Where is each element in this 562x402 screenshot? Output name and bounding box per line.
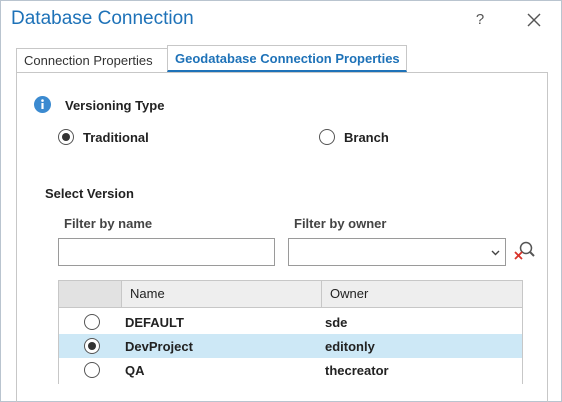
version-owner: editonly <box>325 339 375 354</box>
versioning-type-heading: Versioning Type <box>65 98 165 113</box>
clear-search-icon <box>514 241 535 260</box>
close-button[interactable] <box>524 10 544 30</box>
filter-by-name-input[interactable] <box>58 238 275 266</box>
table-header: Name Owner <box>59 281 522 308</box>
dialog-title: Database Connection <box>11 8 194 29</box>
table-row[interactable]: DEFAULT sde <box>59 310 522 334</box>
version-name: DevProject <box>125 339 193 354</box>
version-owner: sde <box>325 315 348 330</box>
version-name: QA <box>125 363 145 378</box>
row-radio[interactable] <box>84 314 100 330</box>
radio-branch[interactable] <box>319 129 335 145</box>
header-select-column <box>59 281 122 307</box>
header-name[interactable]: Name <box>122 281 322 307</box>
info-icon <box>34 96 51 113</box>
close-icon <box>527 13 541 27</box>
help-button[interactable]: ? <box>471 10 489 30</box>
row-radio[interactable] <box>84 362 100 378</box>
select-version-heading: Select Version <box>45 186 134 201</box>
filter-by-owner-label: Filter by owner <box>294 216 387 231</box>
clear-filter-button[interactable] <box>512 239 536 265</box>
radio-branch-label[interactable]: Branch <box>344 130 389 145</box>
row-radio[interactable] <box>84 338 100 354</box>
version-name: DEFAULT <box>125 315 184 330</box>
filter-by-owner-dropdown[interactable] <box>288 238 506 266</box>
tab-connection-properties[interactable]: Connection Properties <box>16 48 168 72</box>
table-row[interactable]: DevProject editonly <box>59 334 522 358</box>
radio-traditional-label[interactable]: Traditional <box>83 130 149 145</box>
chevron-down-icon <box>491 250 500 256</box>
header-owner[interactable]: Owner <box>322 281 522 307</box>
filter-by-name-label: Filter by name <box>64 216 153 231</box>
versions-table: Name Owner DEFAULT sde DevProject editon… <box>58 280 523 384</box>
version-owner: thecreator <box>325 363 389 378</box>
radio-traditional[interactable] <box>58 129 74 145</box>
tab-geodatabase-connection-properties[interactable]: Geodatabase Connection Properties <box>167 45 407 72</box>
database-connection-dialog: Database Connection ? Connection Propert… <box>0 0 562 402</box>
table-row[interactable]: QA thecreator <box>59 358 522 382</box>
